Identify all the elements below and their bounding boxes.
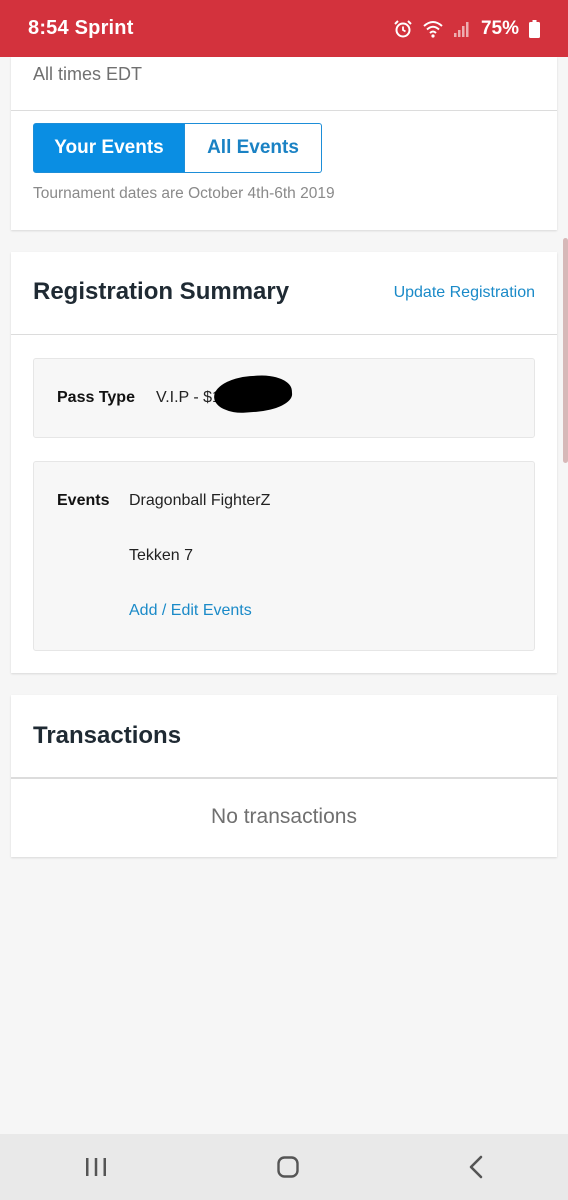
alarm-icon (393, 19, 413, 39)
add-edit-events-link[interactable]: Add / Edit Events (129, 602, 252, 620)
tab-all-events[interactable]: All Events (185, 123, 322, 173)
battery-icon (529, 19, 540, 38)
divider (11, 334, 557, 335)
battery-percent: 75% (480, 17, 519, 39)
status-icons: 75% (393, 18, 540, 40)
pass-type-box: Pass Type V.I.P - $1 (33, 358, 535, 438)
signal-icon (453, 20, 471, 38)
registration-summary-title: Registration Summary (33, 278, 290, 305)
registration-summary-card: Registration Summary Update Registration… (11, 252, 557, 673)
redaction-mark (212, 373, 294, 415)
update-registration-link[interactable]: Update Registration (394, 284, 535, 302)
home-icon[interactable] (276, 1155, 300, 1179)
back-icon[interactable] (468, 1155, 484, 1179)
recent-apps-icon[interactable] (84, 1156, 108, 1178)
pass-type-value: V.I.P - $1 (156, 389, 221, 406)
status-bar: 8:54 Sprint 75% (0, 0, 568, 57)
wifi-icon (423, 20, 443, 38)
events-label: Events (57, 492, 110, 509)
timezone-note: All times EDT (33, 64, 143, 84)
status-time-carrier: 8:54 Sprint (28, 17, 134, 40)
divider (11, 110, 557, 111)
transactions-title: Transactions (33, 722, 182, 749)
scrollbar[interactable] (563, 238, 568, 463)
status-time: 8:54 (28, 17, 69, 39)
event-item: Tekken 7 (129, 547, 194, 564)
divider (11, 777, 557, 779)
event-item: Dragonball FighterZ (129, 492, 271, 509)
status-carrier: Sprint (74, 17, 134, 39)
tab-your-events[interactable]: Your Events (33, 123, 185, 173)
tournament-dates-note: Tournament dates are October 4th-6th 201… (33, 185, 335, 202)
schedule-card: All times EDT Your Events All Events Tou… (11, 57, 557, 230)
no-transactions-text: No transactions (211, 805, 357, 828)
events-toggle: Your Events All Events (33, 123, 322, 173)
navigation-bar (0, 1134, 568, 1200)
events-box: Events Dragonball FighterZ Tekken 7 Add … (33, 461, 535, 651)
pass-type-label: Pass Type (57, 389, 135, 406)
transactions-card: Transactions No transactions (11, 695, 557, 857)
